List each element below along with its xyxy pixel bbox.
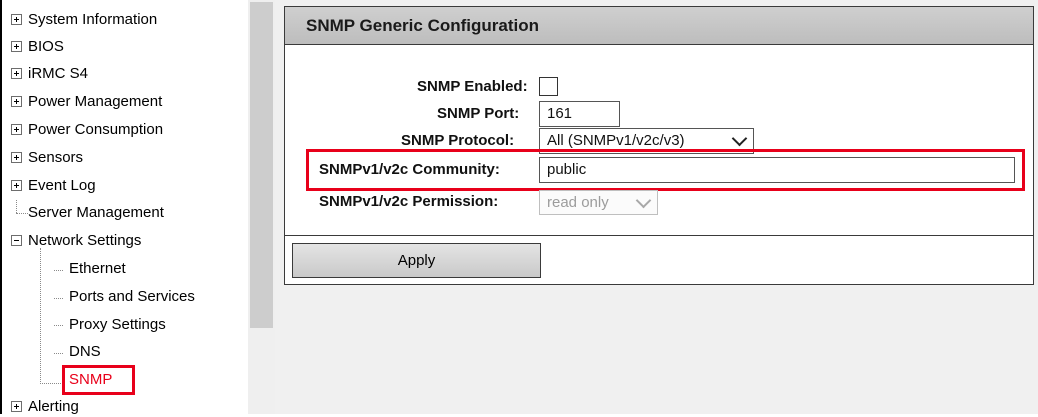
tree-item-label: Sensors — [28, 149, 84, 166]
permission-select[interactable]: read only — [539, 190, 658, 215]
panel-divider — [285, 235, 1033, 236]
expand-icon[interactable] — [11, 180, 22, 191]
snmp-protocol-value: All (SNMPv1/v2c/v3) — [547, 132, 685, 149]
tree-item-label: Ports and Services — [69, 288, 195, 305]
apply-button[interactable]: Apply — [292, 243, 541, 278]
panel-header: SNMP Generic Configuration — [285, 7, 1033, 45]
permission-label: SNMPv1/v2c Permission: — [319, 193, 499, 210]
tree-connector — [54, 270, 63, 271]
tree-connector — [54, 325, 63, 326]
expand-icon[interactable] — [11, 14, 22, 25]
navigation-tree: System Information BIOS iRMC S4 Power Ma… — [0, 0, 248, 415]
tree-connector — [54, 353, 63, 354]
tree-item-label: DNS — [69, 343, 101, 360]
snmp-protocol-label: SNMP Protocol: — [401, 132, 515, 149]
community-input[interactable]: public — [539, 157, 1015, 183]
tree-left-border — [0, 0, 2, 414]
expand-icon[interactable] — [11, 96, 22, 107]
tree-item-label: Event Log — [28, 177, 96, 194]
chevron-down-icon — [635, 192, 652, 209]
community-label: SNMPv1/v2c Community: — [319, 161, 500, 178]
expand-icon[interactable] — [11, 68, 22, 79]
tree-connector — [54, 298, 63, 299]
snmp-port-label: SNMP Port: — [437, 105, 520, 122]
tree-item-label: iRMC S4 — [28, 65, 89, 82]
tree-connector — [16, 200, 17, 213]
panel-title: SNMP Generic Configuration — [306, 16, 539, 35]
nav-scrollbar-thumb[interactable] — [250, 2, 273, 328]
nav-scrollbar[interactable] — [248, 0, 275, 414]
tree-item-ethernet[interactable]: Ethernet — [69, 259, 126, 279]
snmp-highlight-frame — [62, 365, 135, 395]
tree-item-label: Network Settings — [28, 232, 142, 249]
tree-item-proxy-settings[interactable]: Proxy Settings — [69, 315, 166, 335]
tree-connector — [16, 213, 28, 214]
snmp-port-input[interactable]: 161 — [539, 101, 620, 127]
tree-item-label: Power Consumption — [28, 121, 164, 138]
chevron-down-icon — [731, 130, 748, 147]
expand-icon[interactable] — [11, 152, 22, 163]
expand-icon[interactable] — [11, 124, 22, 135]
tree-item-label: Proxy Settings — [69, 316, 166, 333]
expand-icon[interactable] — [11, 41, 22, 52]
snmp-enabled-label: SNMP Enabled: — [417, 78, 528, 95]
tree-item-label: Ethernet — [69, 260, 126, 277]
tree-connector — [40, 248, 41, 384]
expand-icon[interactable] — [11, 401, 22, 412]
tree-item-label: BIOS — [28, 38, 64, 55]
tree-item-ports-and-services[interactable]: Ports and Services — [69, 287, 195, 307]
tree-item-label: Server Management — [28, 204, 164, 221]
collapse-icon[interactable] — [11, 235, 22, 246]
main-content: SNMP Generic Configuration SNMP Enabled:… — [275, 0, 1038, 414]
snmp-config-panel: SNMP Generic Configuration SNMP Enabled:… — [284, 6, 1034, 285]
tree-item-label: Power Management — [28, 93, 163, 110]
permission-value: read only — [547, 194, 609, 211]
tree-item-label: Alerting — [28, 398, 79, 415]
tree-item-label: System Information — [28, 11, 158, 28]
tree-item-dns[interactable]: DNS — [69, 342, 101, 362]
snmp-enabled-checkbox[interactable] — [539, 77, 558, 96]
